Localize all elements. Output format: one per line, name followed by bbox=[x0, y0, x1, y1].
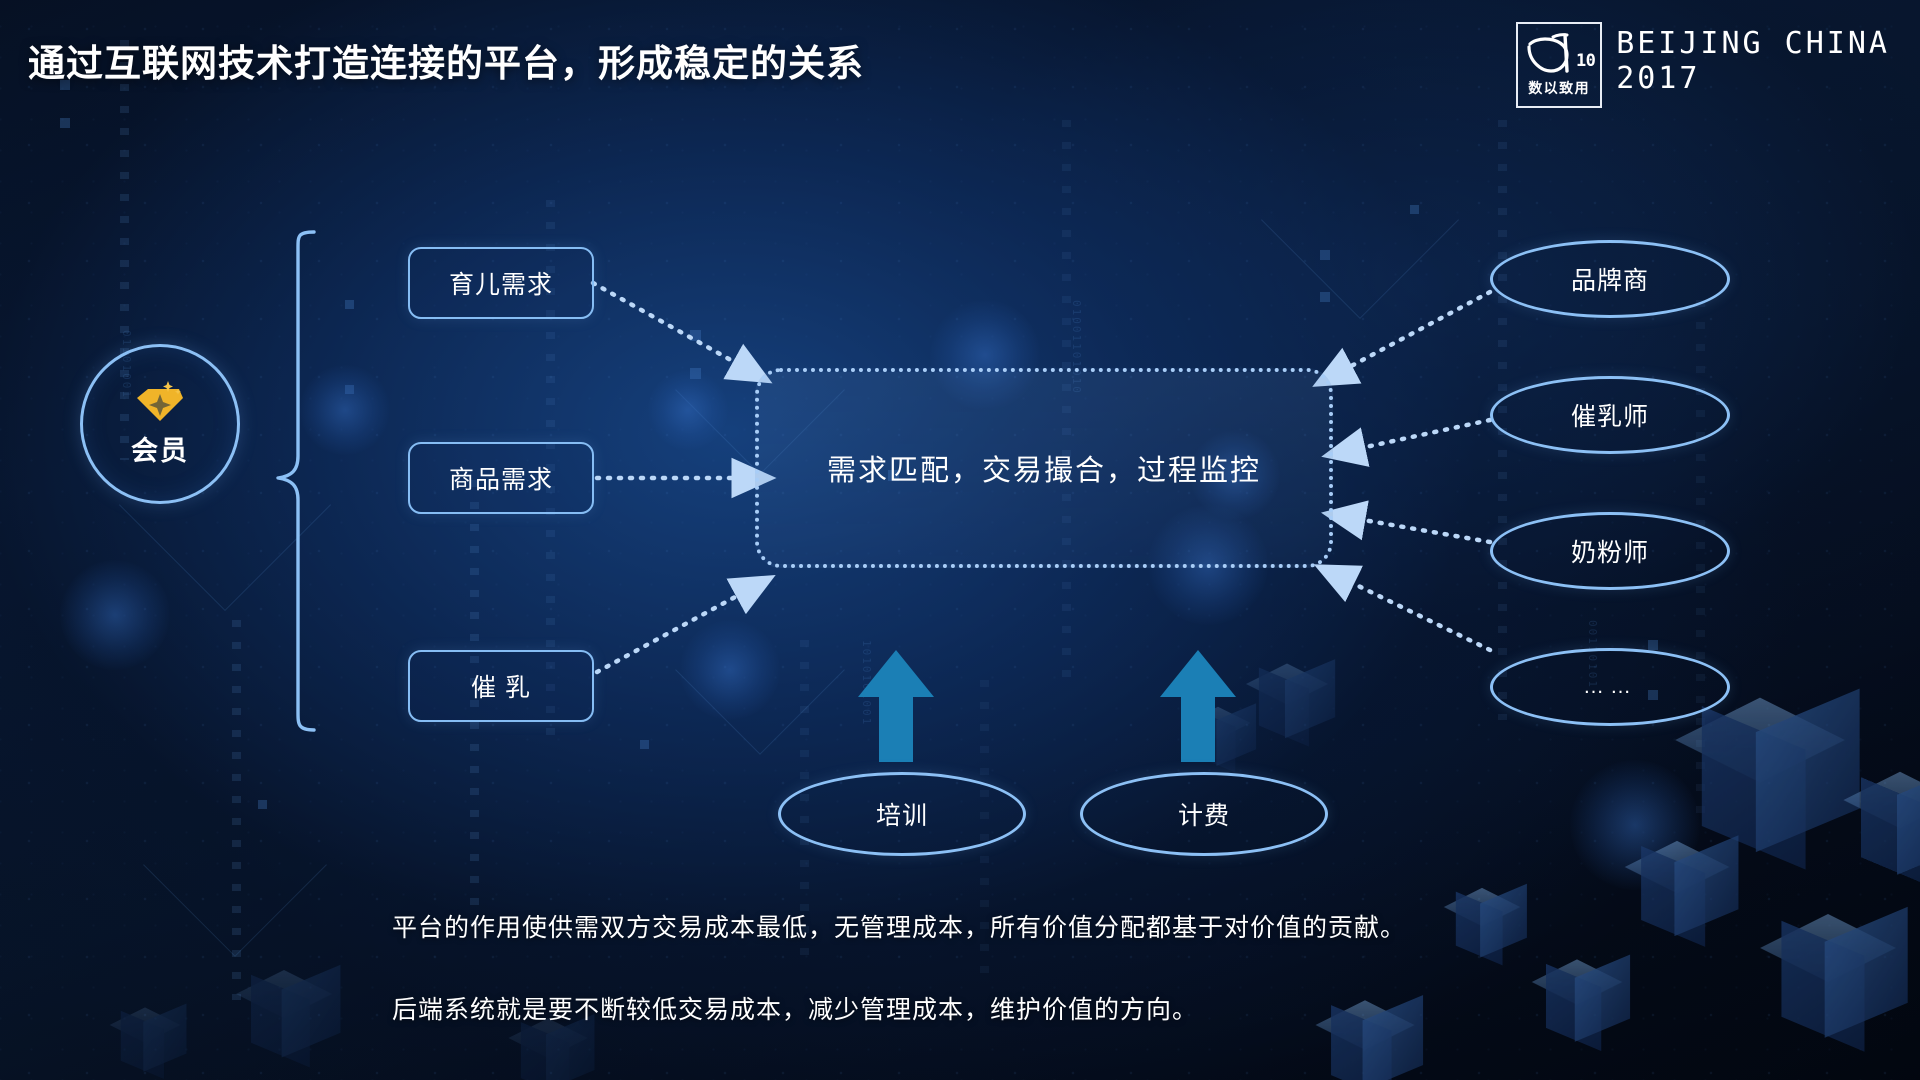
demand-box-lactation[interactable]: 催 乳 bbox=[408, 650, 594, 722]
provider-node-formula-specialist[interactable]: 奶粉师 bbox=[1490, 512, 1730, 590]
stylized-a-icon bbox=[1527, 33, 1569, 73]
background-cube bbox=[1245, 655, 1336, 747]
slide-canvas: 01001101010 1010101001 00110101 01101001… bbox=[0, 0, 1920, 1080]
footnote-line-2: 后端系统就是要不断较低交易成本，减少管理成本，维护价值的方向。 bbox=[392, 996, 1199, 1024]
circuit-square bbox=[1410, 205, 1419, 214]
service-label: 培训 bbox=[875, 802, 928, 830]
service-node-training[interactable]: 培训 bbox=[778, 772, 1026, 856]
demand-box-label: 商品需求 bbox=[448, 466, 553, 494]
background-glow bbox=[680, 620, 780, 720]
background-cube bbox=[235, 960, 341, 1068]
member-node[interactable]: 会员 bbox=[80, 344, 240, 504]
connector-brand-to-platform bbox=[1312, 289, 1493, 387]
service-label: 计费 bbox=[1177, 802, 1230, 830]
grouping-brace bbox=[276, 230, 316, 732]
provider-label: 品牌商 bbox=[1570, 267, 1649, 295]
background-cube bbox=[1843, 760, 1920, 887]
provider-label: 奶粉师 bbox=[1570, 539, 1649, 567]
logo-mark: 10 数以致用 bbox=[1516, 22, 1603, 108]
platform-label: 需求匹配，交易撮合，过程监控 bbox=[826, 455, 1261, 487]
page-title: 通过互联网技术打造连接的平台，形成稳定的关系 bbox=[28, 43, 864, 84]
logo-year: 2017 bbox=[1616, 61, 1701, 97]
demand-box-label: 催 乳 bbox=[471, 674, 531, 702]
background-cube bbox=[109, 1000, 187, 1080]
connector-lactation-to-platform bbox=[594, 574, 776, 675]
circuit-column bbox=[232, 620, 241, 1000]
connector-childcare-to-platform bbox=[590, 280, 773, 384]
provider-node-lactation-consultant[interactable]: 催乳师 bbox=[1490, 376, 1730, 454]
background-glow bbox=[60, 560, 170, 670]
logo-wordmark: BEIJING CHINA 2017 bbox=[1616, 22, 1890, 97]
background-chevron bbox=[675, 585, 845, 755]
circuit-square bbox=[690, 330, 701, 341]
footnote-line-1: 平台的作用使供需双方交易成本最低，无管理成本，所有价值分配都基于对价值的贡献。 bbox=[392, 914, 1407, 942]
provider-label: …… bbox=[1583, 675, 1637, 698]
connector-formula-specialist-to-platform bbox=[1320, 500, 1493, 545]
member-label: 会员 bbox=[131, 435, 189, 466]
background-chevron bbox=[1261, 121, 1459, 319]
background-chevron bbox=[143, 773, 327, 957]
demand-box-childcare[interactable]: 育儿需求 bbox=[408, 247, 594, 319]
circuit-square bbox=[258, 800, 267, 809]
logo-city: BEIJING CHINA bbox=[1616, 26, 1890, 61]
background-cube bbox=[1443, 880, 1527, 966]
background-cube bbox=[1760, 900, 1908, 1052]
event-logo: 10 数以致用 BEIJING CHINA 2017 bbox=[1516, 22, 1890, 108]
demand-box-label: 育儿需求 bbox=[448, 271, 553, 299]
upward-arrow-training-icon bbox=[858, 650, 934, 762]
circuit-square bbox=[690, 368, 701, 379]
background-cube bbox=[1624, 830, 1739, 947]
platform-node[interactable]: 需求匹配，交易撮合，过程监控 bbox=[755, 368, 1333, 568]
logo-glyph-row: 10 bbox=[1523, 29, 1596, 77]
circuit-square bbox=[345, 385, 354, 394]
provider-node-brand[interactable]: 品牌商 bbox=[1490, 240, 1730, 318]
circuit-square bbox=[1320, 292, 1330, 302]
connector-lactation-consultant-to-platform bbox=[1321, 417, 1493, 467]
diamond-icon bbox=[137, 380, 183, 421]
background-glow bbox=[648, 370, 728, 450]
background-cube bbox=[1531, 950, 1631, 1052]
upward-arrow-billing-icon bbox=[1160, 650, 1236, 762]
provider-node-others[interactable]: …… bbox=[1490, 648, 1730, 726]
provider-label: 催乳师 bbox=[1570, 403, 1649, 431]
background-glow bbox=[1570, 760, 1700, 890]
circuit-square bbox=[345, 300, 354, 309]
demand-box-goods[interactable]: 商品需求 bbox=[408, 442, 594, 514]
service-node-billing[interactable]: 计费 bbox=[1080, 772, 1328, 856]
circuit-square bbox=[1648, 640, 1658, 650]
connector-others-to-platform bbox=[1313, 564, 1493, 653]
logo-number: 10 bbox=[1575, 51, 1596, 71]
circuit-square bbox=[640, 740, 649, 749]
circuit-square bbox=[60, 118, 70, 128]
circuit-square bbox=[1320, 250, 1330, 260]
background-cube bbox=[1315, 990, 1424, 1080]
logo-chinese-tagline: 数以致用 bbox=[1528, 80, 1591, 96]
